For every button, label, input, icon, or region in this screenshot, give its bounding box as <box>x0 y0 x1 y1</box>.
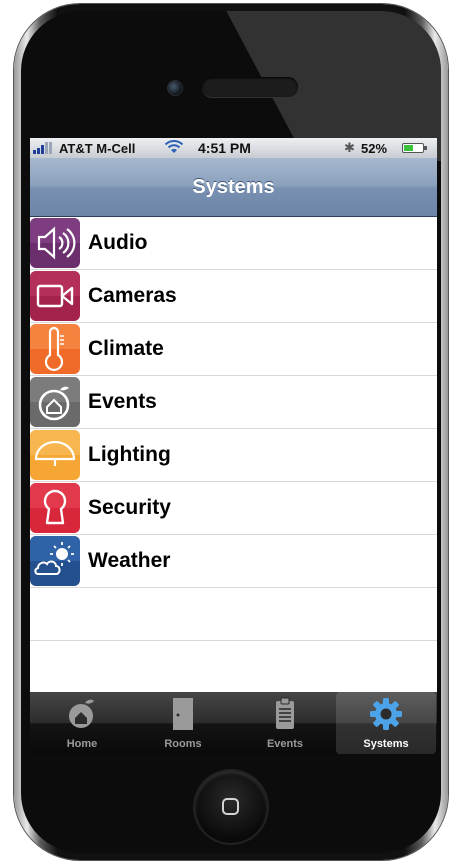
list-item-label: Cameras <box>88 284 177 307</box>
battery-icon <box>402 143 427 153</box>
tab-home[interactable]: Home <box>32 692 132 754</box>
thermometer-icon <box>30 324 80 374</box>
tab-label: Home <box>66 738 98 750</box>
list-item-label: Security <box>88 496 171 519</box>
tab-rooms[interactable]: Rooms <box>133 692 233 754</box>
list-item-lighting[interactable]: Lighting <box>30 429 437 482</box>
navigation-bar: Systems <box>30 158 437 217</box>
list-item-cameras[interactable]: Cameras <box>30 270 437 323</box>
list-item-label: Climate <box>88 337 164 360</box>
home-icon <box>65 697 99 731</box>
app-screen: AT&T M-Cell 4:51 PM ✱ 52% Systems Audio … <box>30 138 437 754</box>
list-item-climate[interactable]: Climate <box>30 323 437 376</box>
video-camera-icon <box>30 271 80 321</box>
keyhole-icon <box>30 483 80 533</box>
lamp-icon <box>30 430 80 480</box>
page-title: Systems <box>192 176 275 198</box>
home-button-square-icon <box>222 798 239 815</box>
empty-row <box>30 588 437 641</box>
list-item-security[interactable]: Security <box>30 482 437 535</box>
systems-list: Audio Cameras Climate Events Lighting Se… <box>30 217 437 641</box>
sun-cloud-icon <box>30 536 80 586</box>
house-clock-icon <box>30 377 80 427</box>
list-item-label: Events <box>88 390 157 413</box>
gear-icon <box>369 697 403 731</box>
tab-label: Systems <box>363 738 409 750</box>
front-camera <box>167 80 183 96</box>
carrier-name: AT&T M-Cell <box>59 141 136 156</box>
bluetooth-icon: ✱ <box>344 140 355 155</box>
tab-bar: Home Rooms Events Systems <box>30 692 437 754</box>
list-item-audio[interactable]: Audio <box>30 217 437 270</box>
list-item-label: Lighting <box>88 443 171 466</box>
list-item-label: Weather <box>88 549 171 572</box>
home-button[interactable] <box>195 771 267 843</box>
tab-label: Rooms <box>164 738 202 750</box>
speaker-icon <box>30 218 80 268</box>
list-item-label: Audio <box>88 231 148 254</box>
tab-events[interactable]: Events <box>235 692 335 754</box>
earpiece-speaker <box>202 77 298 97</box>
wifi-icon <box>164 140 184 158</box>
status-time: 4:51 PM <box>198 140 251 156</box>
battery-percent: 52% <box>361 141 388 156</box>
list-item-weather[interactable]: Weather <box>30 535 437 588</box>
status-bar: AT&T M-Cell 4:51 PM ✱ 52% <box>30 138 437 158</box>
door-icon <box>166 697 200 731</box>
list-item-events[interactable]: Events <box>30 376 437 429</box>
tab-systems[interactable]: Systems <box>336 692 436 754</box>
tab-label: Events <box>266 738 304 750</box>
clipboard-icon <box>268 697 302 731</box>
